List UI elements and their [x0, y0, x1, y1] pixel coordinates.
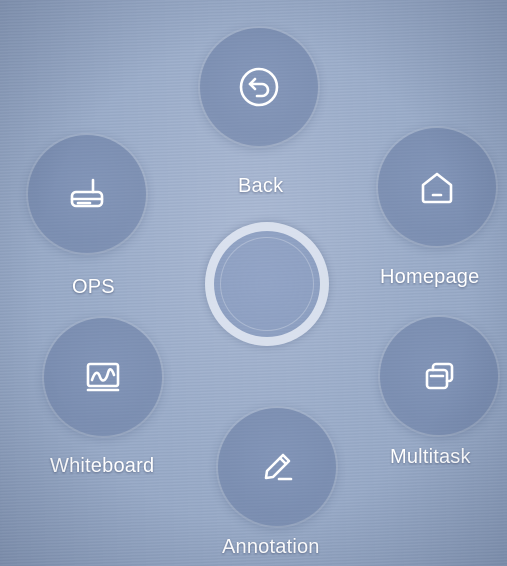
- home-icon: [421, 172, 453, 204]
- ops-device-icon: [70, 178, 104, 208]
- multitask-icon: [425, 362, 454, 390]
- ops-button[interactable]: [28, 135, 146, 253]
- whiteboard-icon: [86, 362, 120, 392]
- multitask-button[interactable]: [380, 317, 498, 435]
- pen-icon: [264, 453, 293, 481]
- center-ring-inner: [220, 237, 314, 331]
- floating-menu-screen: Back OPS Homepage Whiteboard Multitask A…: [0, 0, 507, 566]
- homepage-label: Homepage: [380, 266, 480, 288]
- back-arrow-icon: [239, 67, 279, 107]
- annotation-label: Annotation: [222, 536, 320, 558]
- annotation-button[interactable]: [218, 408, 336, 526]
- homepage-button[interactable]: [378, 128, 496, 246]
- back-label: Back: [238, 175, 284, 197]
- back-button[interactable]: [200, 28, 318, 146]
- multitask-label: Multitask: [390, 446, 471, 468]
- menu-center-button[interactable]: [205, 222, 329, 346]
- whiteboard-label: Whiteboard: [50, 455, 155, 477]
- ops-label: OPS: [72, 276, 115, 298]
- whiteboard-button[interactable]: [44, 318, 162, 436]
